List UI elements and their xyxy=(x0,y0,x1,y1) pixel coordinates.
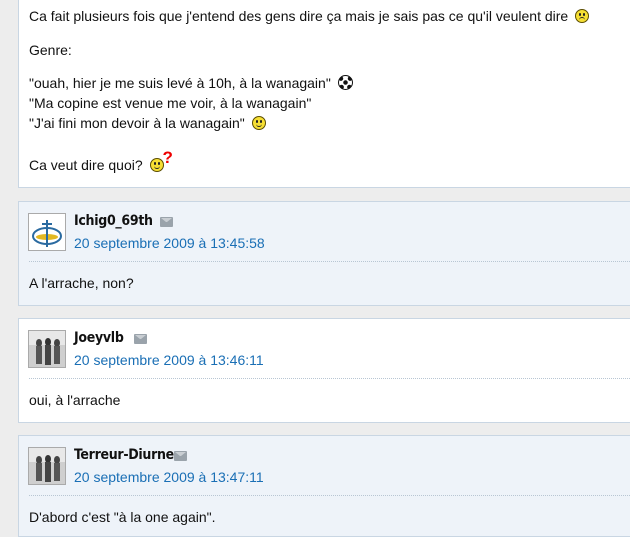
post-reply: Terreur-Diurne 20 septembre 2009 à 13:47… xyxy=(18,435,630,537)
question-mark-icon: ? xyxy=(162,148,173,167)
post-text-line: Ca fait plusieurs fois que j'entend des … xyxy=(29,8,569,24)
post-content: oui, à l'arrache xyxy=(29,392,121,408)
post-content: D'abord c'est "à la one again". xyxy=(29,509,216,525)
smile-icon xyxy=(251,116,266,130)
post-quote-line: "Ma copine est venue me voir, à la wanag… xyxy=(29,95,312,111)
sad-smiley-icon xyxy=(575,9,590,23)
post-text-line: Genre: xyxy=(29,42,72,58)
post-reply: Joeyvlb 20 septembre 2009 à 13:46:11 oui… xyxy=(18,318,630,423)
mail-icon[interactable] xyxy=(134,334,147,344)
avatar-image xyxy=(29,214,65,250)
avatar-image xyxy=(29,448,65,484)
username[interactable]: Ichig0_69th xyxy=(74,213,153,229)
post-quote-line: "J'ai fini mon devoir à la wanagain" xyxy=(29,115,245,131)
avatar[interactable] xyxy=(28,447,66,485)
mail-icon[interactable] xyxy=(174,451,187,461)
avatar[interactable] xyxy=(28,213,66,251)
post-original: Ca fait plusieurs fois que j'entend des … xyxy=(18,0,630,188)
avatar[interactable] xyxy=(28,330,66,368)
football-icon xyxy=(337,75,353,90)
divider xyxy=(29,378,630,379)
confused-smiley-icon xyxy=(149,158,164,172)
divider xyxy=(29,261,630,262)
divider xyxy=(29,495,630,496)
post-quote-line: "ouah, hier je me suis levé à 10h, à la … xyxy=(29,75,331,91)
post-question: Ca veut dire quoi? xyxy=(29,157,143,173)
post-date[interactable]: 20 septembre 2009 à 13:47:11 xyxy=(74,469,264,485)
avatar-image xyxy=(29,331,65,367)
mail-icon[interactable] xyxy=(160,217,173,227)
post-reply: Ichig0_69th 20 septembre 2009 à 13:45:58… xyxy=(18,201,630,306)
post-date[interactable]: 20 septembre 2009 à 13:46:11 xyxy=(74,352,264,368)
username[interactable]: Joeyvlb xyxy=(74,330,124,346)
post-content: A l'arrache, non? xyxy=(29,275,134,291)
username[interactable]: Terreur-Diurne xyxy=(74,447,174,463)
post-date[interactable]: 20 septembre 2009 à 13:45:58 xyxy=(74,235,265,251)
